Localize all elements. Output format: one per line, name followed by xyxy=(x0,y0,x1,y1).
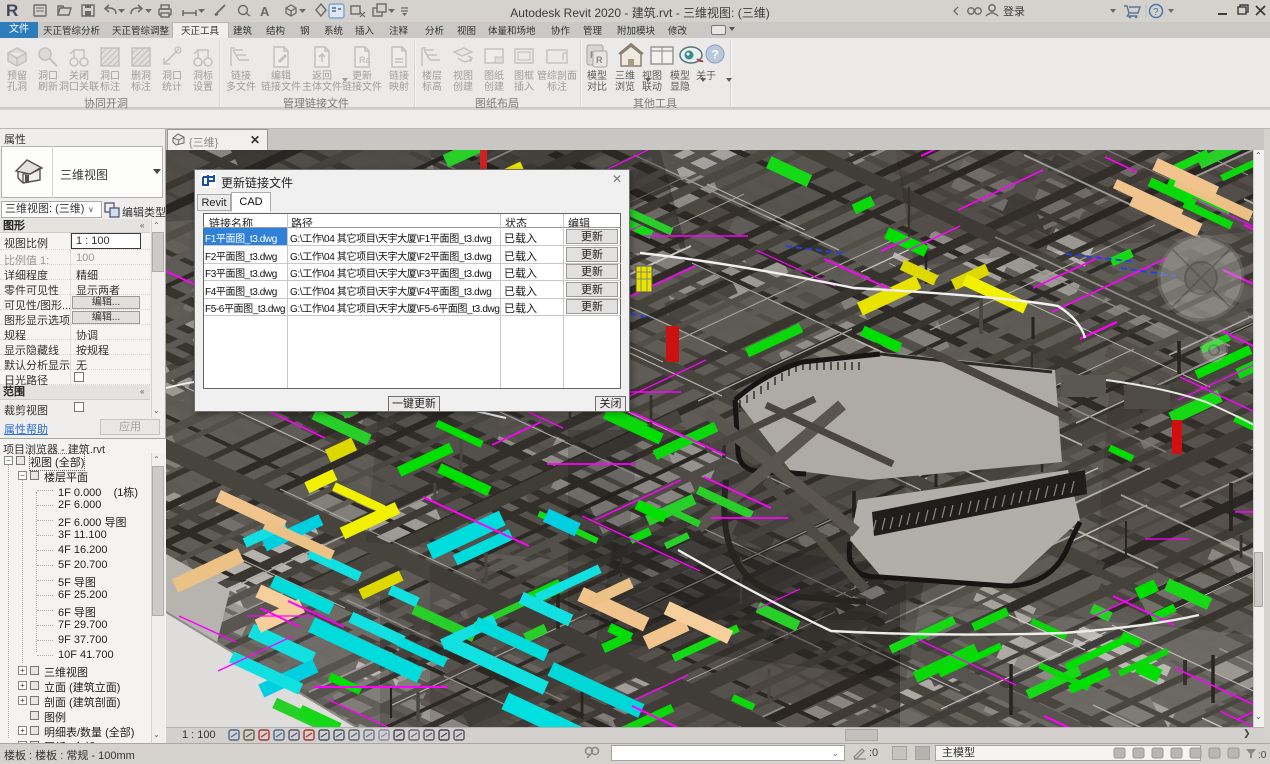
svg-text:?: ? xyxy=(1153,7,1159,18)
svg-text:Ra: Ra xyxy=(359,55,371,65)
svg-text:?: ? xyxy=(712,48,719,62)
svg-text:登录: 登录 xyxy=(1003,4,1025,18)
svg-text::0: :0 xyxy=(1258,750,1267,761)
svg-text:A: A xyxy=(260,4,270,19)
svg-text:R: R xyxy=(596,55,603,65)
